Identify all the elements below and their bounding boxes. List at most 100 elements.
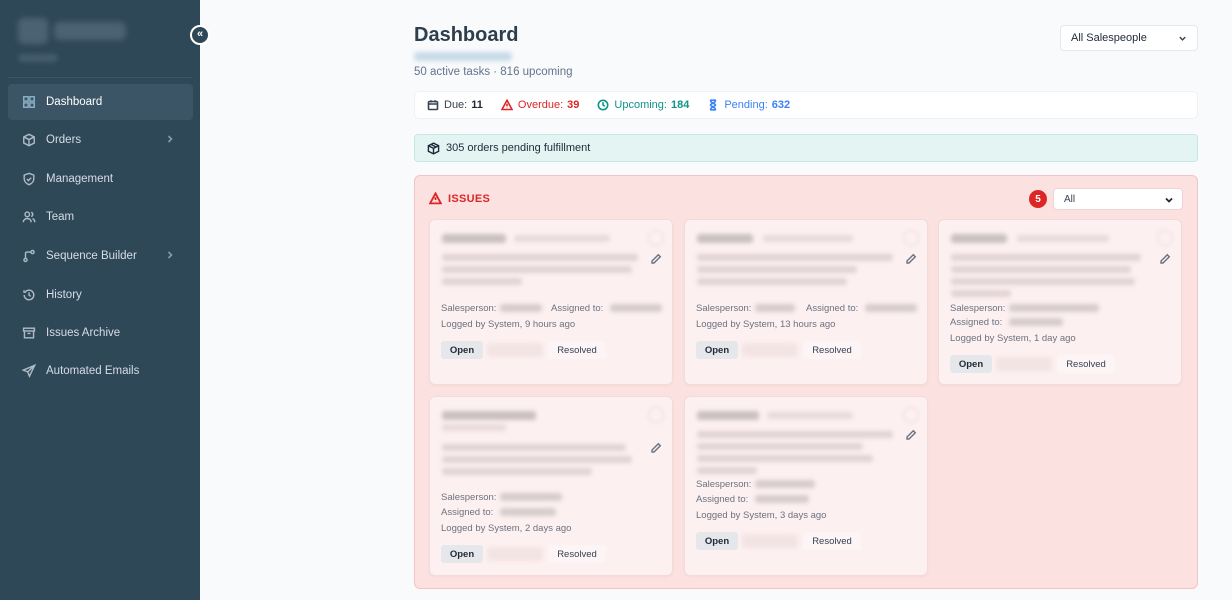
archive-icon [22, 326, 36, 340]
issue-subtitle [763, 235, 853, 242]
issue-action-button[interactable] [1157, 230, 1173, 246]
status-open-button[interactable]: Open [696, 341, 738, 359]
collapse-sidebar-button[interactable]: « [190, 25, 210, 45]
status-resolved-button[interactable]: Resolved [803, 532, 861, 550]
status-in-progress-button[interactable] [742, 534, 798, 548]
status-open-button[interactable]: Open [441, 341, 483, 359]
status-resolved-button[interactable]: Resolved [548, 545, 606, 563]
pencil-icon[interactable] [1159, 252, 1171, 264]
issue-action-button[interactable] [648, 407, 664, 423]
status-open-button[interactable]: Open [441, 545, 483, 563]
sidebar-item-sequence-builder[interactable]: Sequence Builder [8, 238, 193, 274]
assigned-value [610, 304, 662, 312]
logo [18, 14, 128, 48]
pencil-icon[interactable] [650, 252, 662, 264]
stats-bar: Due: 11 Overdue: 39 Upcoming: 184 Pendin… [414, 91, 1198, 119]
salesperson-label: Salesperson: [950, 303, 1006, 314]
sidebar-item-team[interactable]: Team [8, 199, 193, 235]
issues-title: ISSUES [448, 192, 491, 205]
stat-upcoming[interactable]: Upcoming: 184 [597, 99, 689, 111]
issue-action-button[interactable] [903, 407, 919, 423]
logged-by: Logged by System, 3 days ago [696, 510, 827, 521]
status-in-progress-button[interactable] [996, 357, 1052, 371]
status-open-button[interactable]: Open [950, 355, 992, 373]
issue-subtitle [1017, 235, 1109, 242]
status-in-progress-button[interactable] [487, 343, 543, 357]
sidebar-item-label: Sequence Builder [46, 250, 137, 262]
stat-upcoming-label: Upcoming: [614, 99, 667, 111]
issue-card[interactable]: Salesperson: Assigned to: Logged by Syst… [684, 219, 928, 385]
box-icon [22, 133, 36, 147]
sidebar-item-dashboard[interactable]: Dashboard [8, 84, 193, 120]
issue-card[interactable]: Salesperson: Assigned to: Logged by Syst… [429, 219, 673, 385]
issue-subtitle [442, 424, 506, 431]
sidebar-item-history[interactable]: History [8, 277, 193, 313]
issue-title [697, 234, 753, 243]
salesperson-label: Salesperson: [696, 479, 752, 490]
salesperson-select-value: All Salespeople [1071, 32, 1147, 44]
logo-subtitle [18, 54, 58, 62]
issue-action-button[interactable] [903, 230, 919, 246]
shield-icon [22, 172, 36, 186]
issue-description [697, 431, 893, 438]
issues-heading: ISSUES [429, 192, 490, 205]
issue-description [697, 254, 893, 261]
issue-description [442, 456, 632, 463]
issue-title [697, 411, 759, 420]
salesperson-value [1009, 304, 1099, 312]
pending-fulfillment-banner[interactable]: 305 orders pending fulfillment [414, 134, 1198, 162]
salesperson-value [500, 493, 562, 501]
sidebar-item-orders[interactable]: Orders [8, 122, 193, 158]
calendar-icon [427, 100, 439, 111]
issues-filter-value: All [1064, 193, 1076, 205]
stat-overdue-label: Overdue: [517, 99, 564, 111]
assigned-value [500, 508, 556, 516]
stat-due[interactable]: Due: 11 [427, 99, 483, 111]
stat-overdue[interactable]: Overdue: 39 [500, 99, 579, 111]
status-resolved-button[interactable]: Resolved [548, 341, 606, 359]
sidebar-divider [8, 77, 192, 78]
stat-pending-value: 632 [771, 99, 791, 111]
issue-description [951, 278, 1135, 285]
assigned-label: Assigned to: [806, 303, 859, 314]
sidebar-item-automated-emails[interactable]: Automated Emails [8, 353, 193, 389]
pencil-icon[interactable] [905, 252, 917, 264]
sidebar-item-management[interactable]: Management [8, 161, 193, 197]
status-open-button[interactable]: Open [696, 532, 738, 550]
issue-description [442, 278, 522, 285]
double-chevron-left-icon: « [196, 28, 204, 40]
sidebar: Dashboard Orders Management Team Sequenc… [0, 0, 200, 600]
send-icon [22, 364, 36, 378]
issue-card[interactable]: Salesperson: Assigned to: Logged by Syst… [429, 396, 673, 576]
clock-icon [597, 99, 609, 111]
page-title: Dashboard [414, 24, 519, 46]
issue-card[interactable]: Salesperson: Assigned to: Logged by Syst… [684, 396, 928, 576]
status-in-progress-button[interactable] [742, 343, 798, 357]
stat-pending[interactable]: Pending: 632 [707, 99, 790, 111]
issue-description [442, 254, 638, 261]
pencil-icon[interactable] [905, 428, 917, 440]
issues-filter-select[interactable]: All [1053, 188, 1183, 210]
issue-action-button[interactable] [648, 230, 664, 246]
issue-title [951, 234, 1007, 243]
task-summary: 50 active tasks · 816 upcoming [414, 66, 573, 78]
status-in-progress-button[interactable] [487, 547, 543, 561]
chevron-right-icon [165, 250, 175, 260]
issue-description [697, 467, 757, 474]
pencil-icon[interactable] [650, 441, 662, 453]
assigned-value [755, 495, 809, 503]
stat-upcoming-value: 184 [670, 99, 690, 111]
assigned-label: Assigned to: [441, 507, 494, 518]
status-resolved-button[interactable]: Resolved [803, 341, 861, 359]
sidebar-item-issues-archive[interactable]: Issues Archive [8, 315, 193, 351]
salesperson-select[interactable]: All Salespeople [1060, 25, 1198, 51]
logged-by: Logged by System, 2 days ago [441, 523, 572, 534]
issue-subtitle [767, 412, 853, 419]
status-resolved-button[interactable]: Resolved [1057, 355, 1115, 373]
logged-by: Logged by System, 13 hours ago [696, 319, 836, 330]
issue-description [951, 266, 1131, 273]
salesperson-label: Salesperson: [441, 492, 497, 503]
issue-card[interactable]: Salesperson: Assigned to: Logged by Syst… [938, 219, 1182, 385]
chevron-down-icon [1178, 34, 1187, 43]
branch-icon [22, 249, 36, 263]
